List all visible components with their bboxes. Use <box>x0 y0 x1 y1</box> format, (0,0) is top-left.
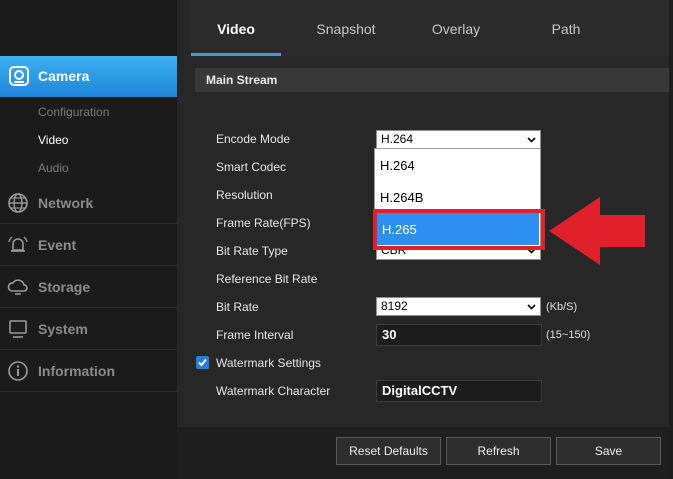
watermark-character-label: Watermark Character <box>216 384 331 398</box>
sidebar-subitem-video[interactable]: Video <box>38 133 68 147</box>
tab-snapshot[interactable]: Snapshot <box>301 0 391 56</box>
main-panel: Video Snapshot Overlay Path Main Stream … <box>177 0 673 479</box>
tab-video[interactable]: Video <box>191 0 281 56</box>
sidebar-item-label: System <box>38 320 88 337</box>
monitor-icon <box>7 318 29 340</box>
tab-overlay[interactable]: Overlay <box>411 0 501 56</box>
sidebar-item-system[interactable]: System <box>0 308 177 350</box>
resolution-label: Resolution <box>216 188 273 202</box>
alarm-icon <box>7 234 29 256</box>
tab-bar: Video Snapshot Overlay Path <box>191 0 673 56</box>
footer-bar: Reset Defaults Refresh Save <box>177 427 673 479</box>
watermark-settings-checkbox[interactable] <box>196 356 209 369</box>
sidebar-item-label: Storage <box>38 278 91 295</box>
section-header: Main Stream <box>195 68 673 92</box>
globe-icon <box>7 192 29 214</box>
sidebar-item-label: Camera <box>38 68 90 84</box>
chevron-down-icon <box>527 304 536 310</box>
tab-path[interactable]: Path <box>521 0 611 56</box>
sidebar-item-information[interactable]: Information <box>0 350 177 392</box>
sidebar-item-camera[interactable]: Camera <box>0 56 185 97</box>
sidebar-item-label: Event <box>38 236 77 253</box>
sidebar: Camera Configuration Video Audio Network… <box>0 0 185 479</box>
camera-icon <box>8 65 30 87</box>
dropdown-option-h264[interactable]: H.264 <box>380 158 415 173</box>
scrollbar-edge <box>669 0 673 479</box>
sidebar-subitem-configuration[interactable]: Configuration <box>38 105 109 119</box>
watermark-settings-label: Watermark Settings <box>216 356 321 370</box>
refresh-button[interactable]: Refresh <box>446 437 551 465</box>
sidebar-subitem-audio[interactable]: Audio <box>38 161 69 175</box>
encode-mode-select[interactable]: H.264 <box>376 130 541 149</box>
dropdown-option-h264b[interactable]: H.264B <box>380 190 423 205</box>
chevron-down-icon <box>527 137 536 143</box>
annotation-arrow-icon <box>549 197 645 265</box>
info-icon <box>7 360 29 382</box>
encode-mode-value: H.264 <box>381 132 414 146</box>
bit-rate-type-label: Bit Rate Type <box>216 244 288 258</box>
frame-interval-label: Frame Interval <box>216 328 294 342</box>
sidebar-item-label: Network <box>38 194 94 211</box>
bit-rate-select[interactable]: 8192 <box>376 297 541 316</box>
watermark-character-input[interactable]: DigitalCCTV <box>376 380 542 402</box>
checkmark-icon <box>198 358 207 367</box>
sidebar-item-network[interactable]: Network <box>0 182 177 224</box>
reset-defaults-button[interactable]: Reset Defaults <box>336 437 441 465</box>
bit-rate-label: Bit Rate <box>216 300 259 314</box>
annotation-highlight-box <box>373 209 545 250</box>
bit-rate-unit: (Kb/S) <box>546 301 578 313</box>
active-tab-indicator <box>191 53 281 56</box>
frame-rate-label: Frame Rate(FPS) <box>216 216 311 230</box>
section-title: Main Stream <box>206 73 278 87</box>
smart-codec-label: Smart Codec <box>216 160 287 174</box>
frame-interval-input[interactable]: 30 <box>376 324 542 346</box>
sidebar-item-storage[interactable]: Storage <box>0 266 177 308</box>
encode-mode-label: Encode Mode <box>216 132 291 146</box>
sidebar-item-event[interactable]: Event <box>0 224 177 266</box>
save-button[interactable]: Save <box>556 437 661 465</box>
frame-interval-range: (15~150) <box>546 329 591 341</box>
reference-bit-rate-label: Reference Bit Rate <box>216 272 318 286</box>
cloud-storage-icon <box>7 276 29 298</box>
sidebar-item-label: Information <box>38 362 115 379</box>
bit-rate-value: 8192 <box>381 299 408 313</box>
